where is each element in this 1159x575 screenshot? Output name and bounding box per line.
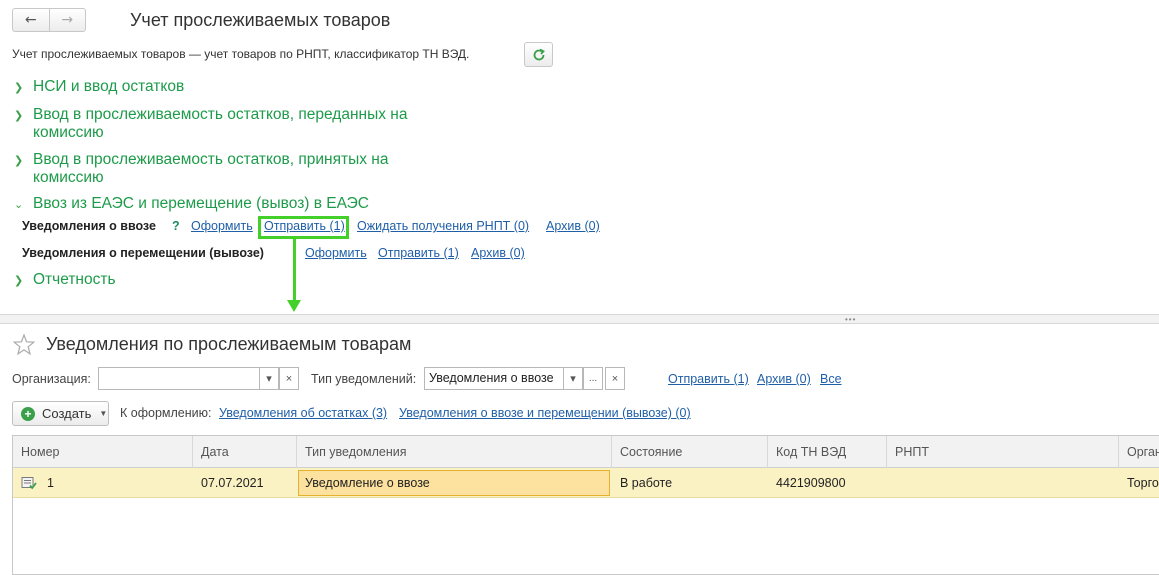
todo-label: К оформлению:	[120, 406, 212, 420]
section-label: Ввод в прослеживаемость остатков, переда…	[33, 106, 408, 141]
table-row[interactable]: 1 07.07.2021 Уведомление о ввозе В работ…	[13, 468, 1159, 498]
chevron-down-icon[interactable]: ▾	[259, 367, 279, 390]
chevron-down-icon: ▼	[99, 409, 108, 418]
section-commission-received[interactable]: ❯ Ввод в прослеживаемость остатков, прин…	[14, 151, 413, 187]
cell-state: В работе	[620, 476, 673, 490]
section-eaeu[interactable]: ⌄ Ввоз из ЕАЭС и перемещение (вывоз) в Е…	[14, 195, 433, 215]
back-arrow-icon[interactable]: ←	[13, 9, 49, 31]
chevron-right-icon: ❯	[14, 274, 24, 287]
chevron-down-icon: ⌄	[14, 198, 24, 211]
notices-table: Номер Дата Тип уведомления Состояние Код…	[12, 435, 1159, 575]
notice-type-label: Тип уведомлений:	[311, 372, 417, 386]
move-create-link[interactable]: Оформить	[305, 246, 367, 260]
cell-number: 1	[13, 468, 193, 498]
section-nsi[interactable]: ❯ НСИ и ввод остатков	[14, 78, 433, 98]
column-header-number[interactable]: Номер	[13, 436, 193, 468]
pointer-arrow	[293, 239, 296, 303]
help-icon[interactable]: ?	[172, 219, 180, 233]
document-icon	[21, 477, 37, 490]
notice-type-select[interactable]: Уведомления о ввозе	[424, 367, 564, 390]
create-button-label: Создать	[42, 406, 92, 421]
organization-label: Организация:	[12, 372, 91, 386]
column-header-tnved[interactable]: Код ТН ВЭД	[768, 436, 887, 468]
panel-splitter[interactable]: •••	[0, 314, 1159, 324]
cell-tnved: 4421909800	[776, 476, 846, 490]
import-await-rnpt-link[interactable]: Ожидать получения РНПТ (0)	[357, 219, 529, 233]
organization-input[interactable]	[98, 367, 260, 390]
filter-send-link[interactable]: Отправить (1)	[668, 372, 749, 386]
clear-icon[interactable]: ×	[605, 367, 625, 390]
chevron-right-icon: ❯	[14, 81, 24, 94]
cell-date: 07.07.2021	[201, 476, 264, 490]
more-icon[interactable]: ...	[583, 367, 603, 390]
section-commission-sent[interactable]: ❯ Ввод в прослеживаемость остатков, пере…	[14, 106, 423, 142]
move-archive-link[interactable]: Архив (0)	[471, 246, 525, 260]
move-notices-label: Уведомления о перемещении (вывозе)	[22, 246, 264, 260]
nav-buttons: ← →	[12, 8, 86, 32]
column-header-rnpt[interactable]: РНПТ	[887, 436, 1119, 468]
row-number: 1	[47, 476, 54, 490]
column-header-state[interactable]: Состояние	[612, 436, 768, 468]
filter-archive-link[interactable]: Архив (0)	[757, 372, 811, 386]
section-label: Ввоз из ЕАЭС и перемещение (вывоз) в ЕАЭ…	[33, 195, 369, 212]
todo-import-move-link[interactable]: Уведомления о ввозе и перемещении (вывоз…	[399, 406, 691, 420]
import-create-link[interactable]: Оформить	[191, 219, 253, 233]
column-header-org[interactable]: Орган	[1119, 436, 1159, 468]
import-notices-label: Уведомления о ввозе	[22, 219, 156, 233]
chevron-right-icon: ❯	[14, 154, 24, 167]
table-header: Номер Дата Тип уведомления Состояние Код…	[13, 436, 1159, 468]
filter-all-link[interactable]: Все	[820, 372, 842, 386]
cell-type[interactable]: Уведомление о ввозе	[298, 470, 610, 496]
splitter-grip-icon: •••	[845, 315, 857, 324]
plus-circle-icon: +	[21, 406, 35, 421]
column-header-date[interactable]: Дата	[193, 436, 297, 468]
column-header-type[interactable]: Тип уведомления	[297, 436, 612, 468]
section-label: Ввод в прослеживаемость остатков, принят…	[33, 151, 389, 186]
cell-org: Торго	[1127, 476, 1159, 490]
page-description: Учет прослеживаемых товаров — учет товар…	[12, 47, 470, 61]
pointer-arrow-head	[287, 300, 301, 312]
forward-arrow-icon[interactable]: →	[48, 9, 86, 31]
top-panel: ← → Учет прослеживаемых товаров Учет про…	[0, 0, 1159, 314]
section-label: НСИ и ввод остатков	[33, 78, 185, 95]
highlight-frame	[258, 216, 349, 239]
import-archive-link[interactable]: Архив (0)	[546, 219, 600, 233]
clear-icon[interactable]: ×	[279, 367, 299, 390]
list-title: Уведомления по прослеживаемым товарам	[46, 334, 412, 354]
refresh-icon	[533, 48, 545, 60]
star-icon[interactable]	[12, 333, 36, 357]
refresh-button[interactable]	[524, 42, 553, 67]
cell-rnpt	[887, 468, 1119, 498]
chevron-down-icon[interactable]: ▾	[563, 367, 583, 390]
create-button[interactable]: + Создать ▼	[12, 401, 109, 426]
section-label: Отчетность	[33, 271, 116, 288]
section-reports[interactable]: ❯ Отчетность	[14, 271, 433, 291]
page-title: Учет прослеживаемых товаров	[130, 10, 391, 30]
todo-balances-link[interactable]: Уведомления об остатках (3)	[219, 406, 387, 420]
move-send-link[interactable]: Отправить (1)	[378, 246, 459, 260]
chevron-right-icon: ❯	[14, 109, 24, 122]
